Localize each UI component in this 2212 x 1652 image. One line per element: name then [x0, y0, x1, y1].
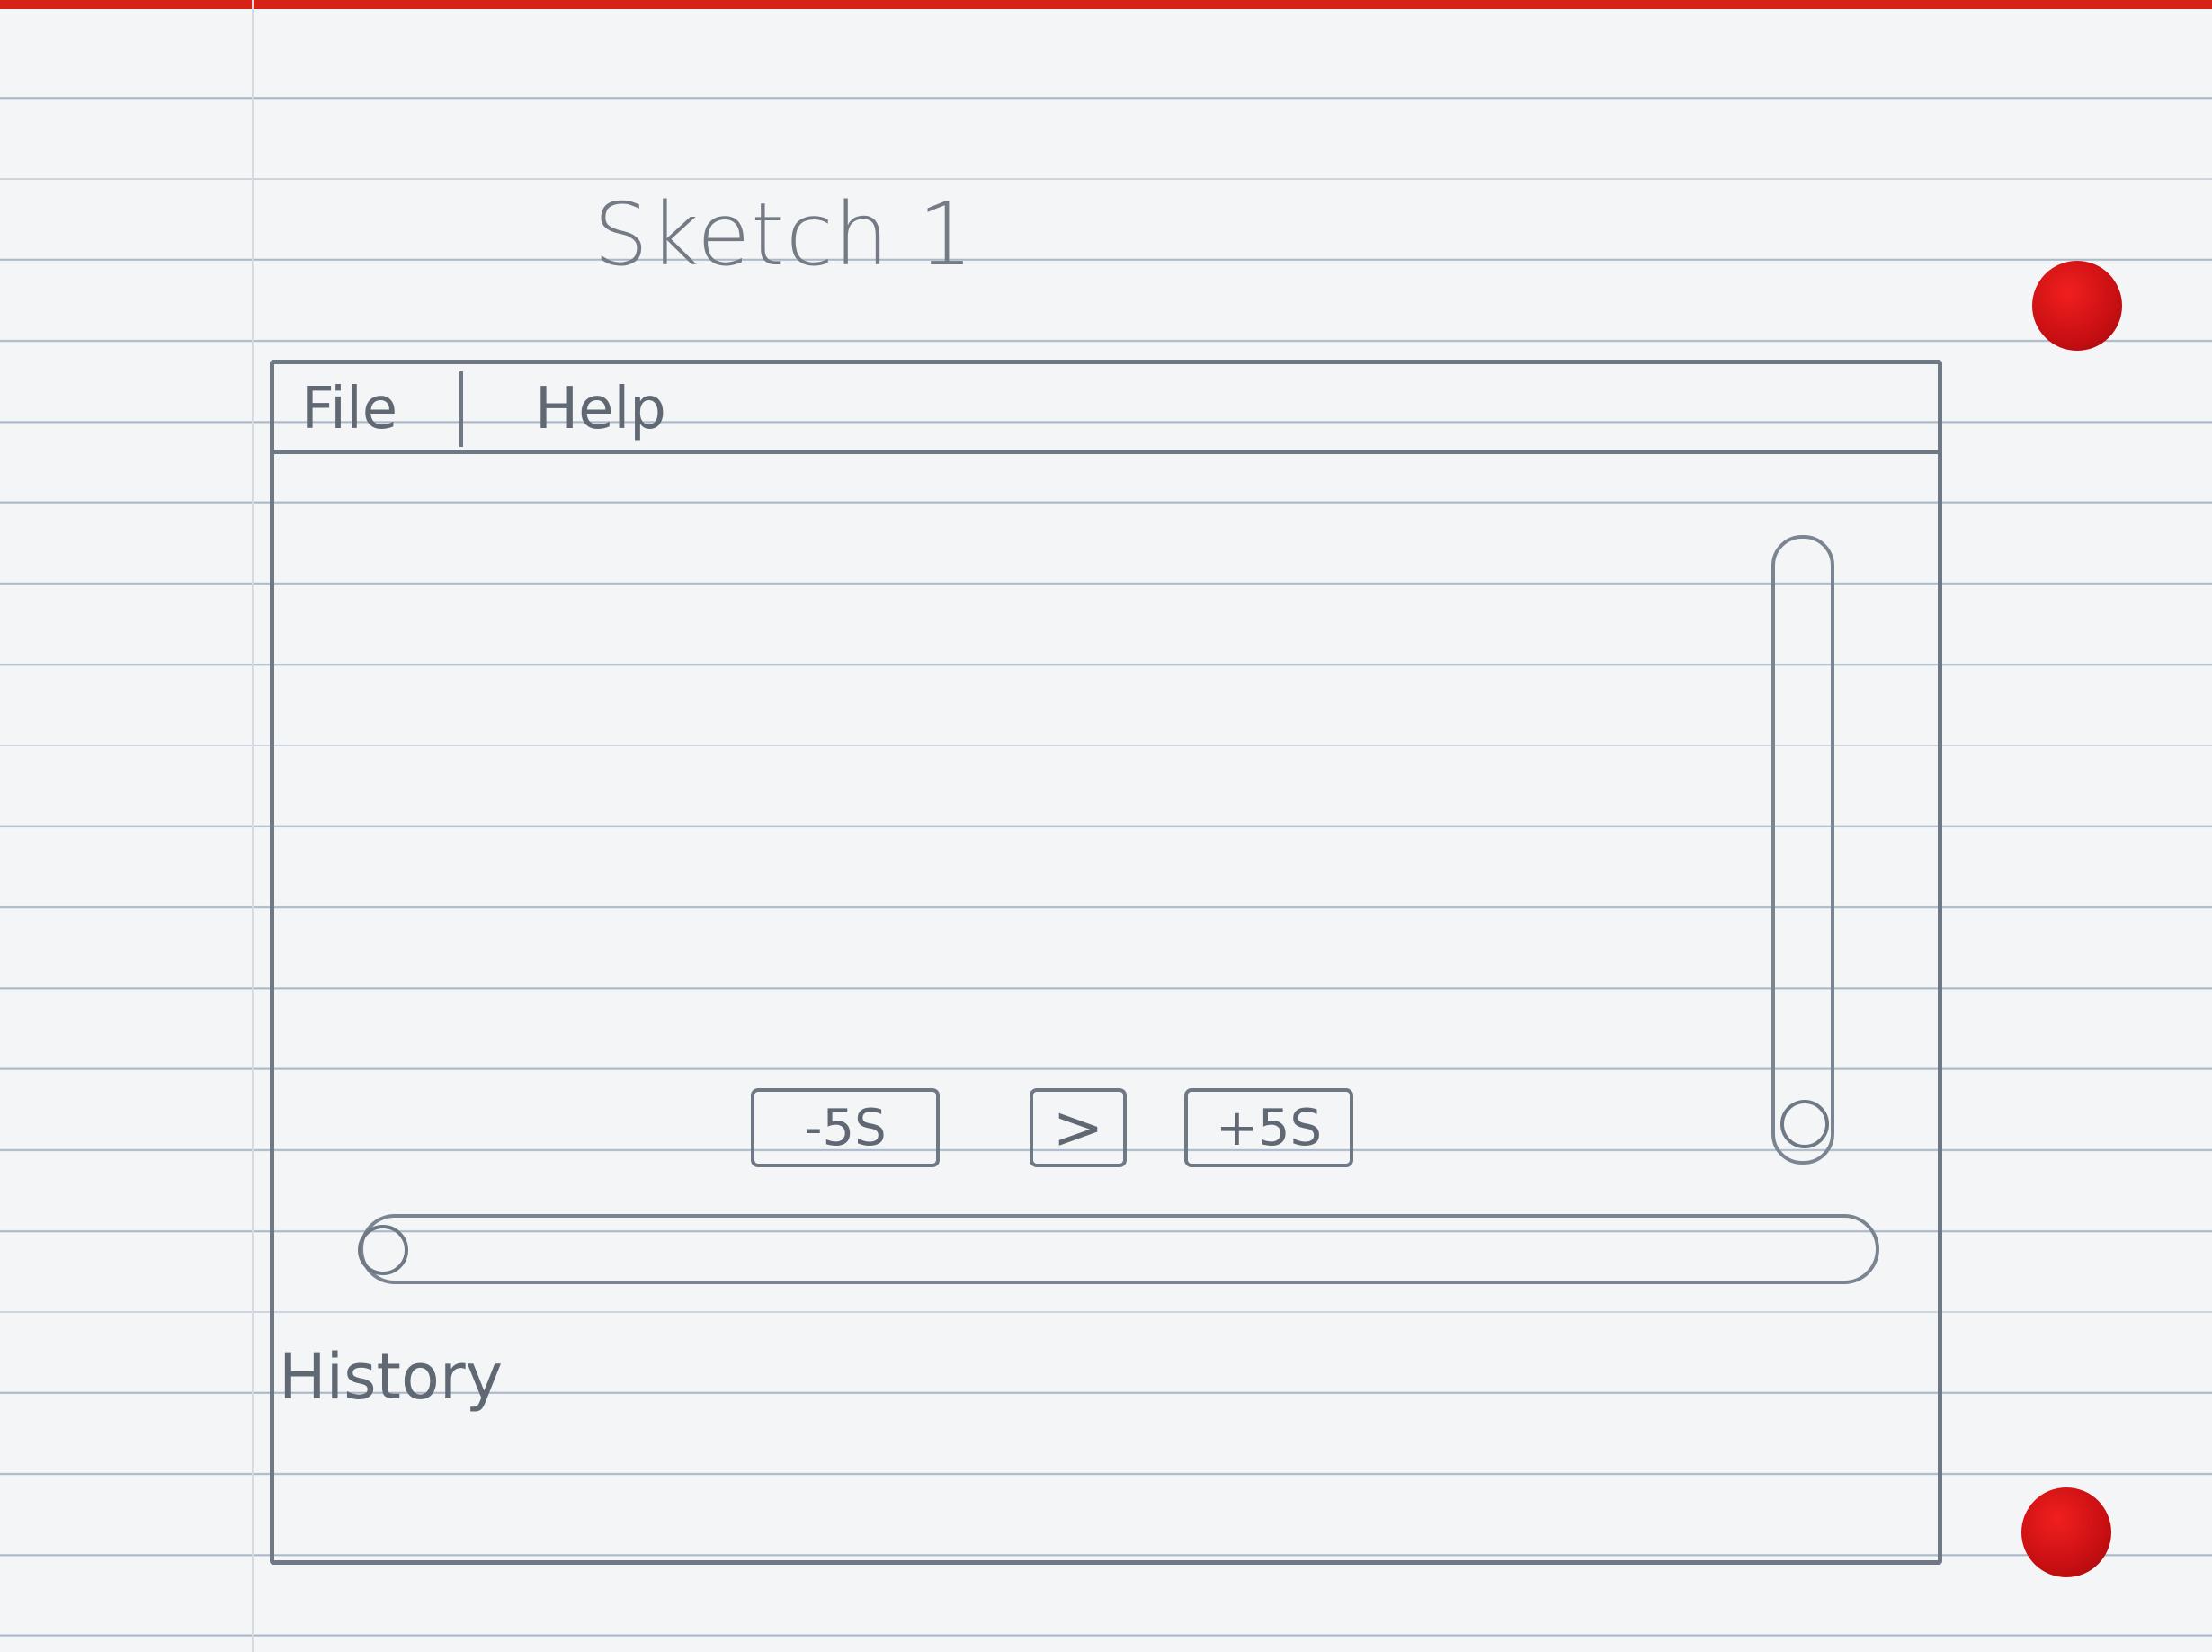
paper-top-edge: [0, 0, 2212, 9]
play-button[interactable]: >: [1030, 1088, 1127, 1167]
menu-bar: File Help: [274, 364, 1938, 454]
seek-bar-handle[interactable]: [358, 1225, 408, 1275]
history-label[interactable]: History: [279, 1340, 503, 1414]
app-window: File Help -5S > +5S History: [270, 360, 1942, 1565]
volume-slider-handle[interactable]: [1780, 1100, 1829, 1148]
binder-hole-top: [2032, 261, 2122, 351]
forward-5s-button[interactable]: +5S: [1184, 1088, 1353, 1167]
rewind-5s-button[interactable]: -5S: [751, 1088, 940, 1167]
menu-file[interactable]: File: [292, 371, 463, 447]
binder-hole-bottom: [2021, 1487, 2111, 1577]
sketch-title: Sketch 1: [593, 184, 975, 285]
seek-bar[interactable]: [358, 1214, 1879, 1284]
volume-slider[interactable]: [1771, 535, 1834, 1165]
menu-help[interactable]: Help: [535, 371, 697, 447]
paper-margin-line: [252, 0, 254, 1652]
